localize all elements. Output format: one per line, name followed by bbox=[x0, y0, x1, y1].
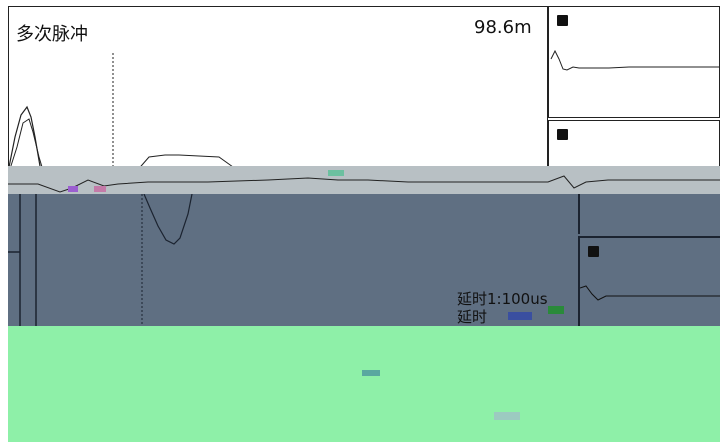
main-waveform-svg bbox=[9, 53, 547, 183]
delay-readout-2: 延时 bbox=[457, 308, 488, 326]
green-area-svg bbox=[362, 370, 520, 420]
dark-thumbnail-2-trace-svg bbox=[580, 285, 720, 301]
dark-thumbnail-1[interactable] bbox=[578, 194, 720, 234]
thumbnail-1-trace-svg bbox=[550, 49, 719, 71]
channel-thumbnail-1[interactable] bbox=[548, 6, 720, 118]
corrupted-band bbox=[8, 166, 720, 194]
main-waveform-panel[interactable] bbox=[8, 6, 548, 184]
square-marker-icon bbox=[557, 129, 568, 140]
page-title: 多次脉冲 bbox=[16, 24, 88, 45]
green-display-area bbox=[8, 326, 720, 442]
dark-thumbnail-2[interactable] bbox=[578, 236, 720, 326]
distance-readout: 98.6m bbox=[474, 17, 532, 38]
band-trace-svg bbox=[8, 170, 720, 193]
